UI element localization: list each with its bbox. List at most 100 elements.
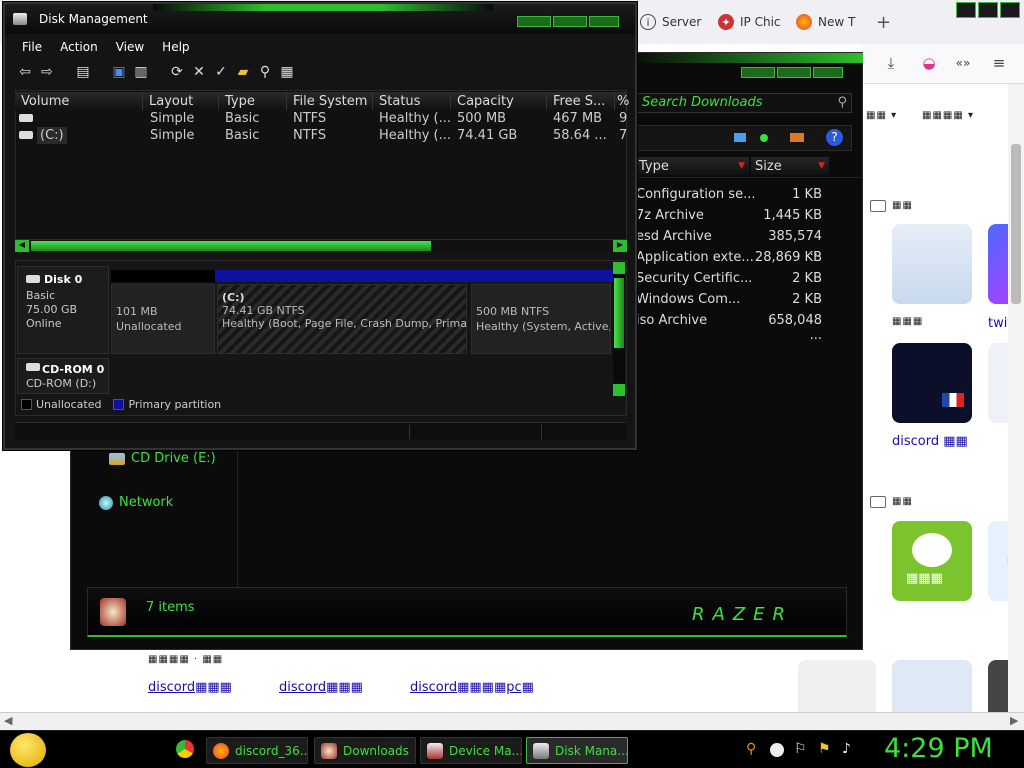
- action-center-icon[interactable]: ⚑: [818, 741, 831, 757]
- nav-network[interactable]: Network: [99, 495, 173, 510]
- taskbar-item-disk-management[interactable]: Disk Mana...: [526, 737, 628, 764]
- column-file-system[interactable]: File System: [287, 92, 373, 110]
- search-icon[interactable]: ⚲: [837, 94, 847, 112]
- scrollbar-thumb[interactable]: [614, 278, 624, 348]
- column-status[interactable]: Status: [373, 92, 451, 110]
- settings-icon[interactable]: ▦: [279, 64, 295, 80]
- help-icon[interactable]: ▣: [111, 64, 127, 80]
- horizontal-scrollbar[interactable]: [0, 712, 1024, 730]
- extension-icon[interactable]: ◒: [916, 50, 942, 76]
- minimize-button[interactable]: [741, 67, 775, 78]
- close-button[interactable]: [1000, 2, 1020, 18]
- search-link[interactable]: discord▦▦▦: [279, 680, 363, 695]
- search-icon[interactable]: ⚲: [746, 741, 756, 757]
- column-type[interactable]: Type: [219, 92, 287, 110]
- column-volume[interactable]: Volume: [15, 92, 143, 110]
- volume-hscrollbar[interactable]: ◀ ▶: [15, 240, 627, 252]
- column-type[interactable]: Type ▼: [635, 157, 749, 175]
- pane-icon[interactable]: [790, 133, 804, 142]
- menu-icon[interactable]: ≡: [986, 50, 1012, 76]
- menu-file[interactable]: File: [13, 37, 51, 57]
- search-input[interactable]: Search Downloads ⚲: [637, 93, 852, 113]
- close-button[interactable]: [813, 67, 843, 78]
- thumbnail-image[interactable]: [892, 660, 972, 720]
- partition-unallocated[interactable]: 101 MB Unallocated: [111, 284, 215, 354]
- file-row[interactable]: iso Archive 658,048 ...: [636, 313, 861, 343]
- view-icon[interactable]: [734, 133, 746, 142]
- network-icon[interactable]: ⚐: [794, 741, 807, 757]
- cdrom-info[interactable]: CD-ROM 0 CD-ROM (D:): [17, 358, 109, 394]
- scroll-left-icon[interactable]: ◀: [4, 714, 12, 727]
- scrollbar-thumb[interactable]: [31, 241, 431, 251]
- minimize-button[interactable]: [517, 16, 551, 27]
- volume-icon[interactable]: ♪: [842, 741, 851, 757]
- scroll-right-icon[interactable]: ▶: [613, 240, 627, 252]
- tab-new[interactable]: New T: [796, 8, 855, 36]
- taskbar-item-device-manager[interactable]: Device Ma...: [420, 737, 522, 764]
- thumbnail-image[interactable]: ▦▦▦: [892, 521, 972, 601]
- thumbnail-image[interactable]: [892, 343, 972, 423]
- search-link[interactable]: discord▦▦▦▦pc▦: [410, 680, 534, 695]
- file-row[interactable]: 7z Archive 1,445 KB: [636, 208, 861, 229]
- forward-icon[interactable]: ⇨: [39, 64, 55, 80]
- nav-cd-drive[interactable]: CD Drive (E:): [109, 451, 216, 466]
- scroll-left-icon[interactable]: ◀: [15, 240, 29, 252]
- start-button[interactable]: [10, 733, 46, 767]
- new-tab-button[interactable]: +: [876, 8, 891, 36]
- partition-system[interactable]: 500 MB NTFS Healthy (System, Active, P: [471, 284, 611, 354]
- disk0-info[interactable]: Disk 0 Basic 75.00 GB Online: [17, 266, 109, 354]
- scrollbar-thumb[interactable]: [1011, 144, 1021, 304]
- search-link[interactable]: discord▦▦▦: [148, 680, 232, 695]
- menu-action[interactable]: Action: [51, 37, 107, 57]
- thumb-caption[interactable]: discord ▦▦: [892, 434, 968, 449]
- window-title: Disk Management: [39, 12, 148, 26]
- download-icon[interactable]: ⤓: [878, 50, 904, 76]
- status-icon[interactable]: [770, 743, 784, 757]
- reader-icon[interactable]: «»: [950, 50, 976, 76]
- back-icon[interactable]: ⇦: [17, 64, 33, 80]
- properties-icon[interactable]: ▥: [133, 64, 149, 80]
- maximize-button[interactable]: [553, 16, 587, 27]
- taskbar-item-downloads[interactable]: Downloads: [314, 737, 416, 764]
- file-row[interactable]: Security Certific... 2 KB: [636, 271, 861, 292]
- tab-server[interactable]: i Server: [640, 8, 701, 36]
- check-icon[interactable]: ✓: [213, 64, 229, 80]
- menu-help[interactable]: Help: [153, 37, 198, 57]
- partition-c[interactable]: (C:) 74.41 GB NTFS Healthy (Boot, Page F…: [217, 284, 467, 354]
- disk-vscrollbar[interactable]: [613, 262, 625, 396]
- folder-icon[interactable]: ▰: [235, 64, 251, 80]
- scroll-down-icon[interactable]: [613, 384, 625, 396]
- logo-text: ▦▦▦: [906, 571, 943, 586]
- thumbnail-image[interactable]: [798, 660, 876, 720]
- sort-icon[interactable]: ▼: [818, 161, 825, 171]
- help-icon[interactable]: ?: [826, 129, 843, 146]
- maximize-button[interactable]: [978, 2, 998, 18]
- column-layout[interactable]: Layout: [143, 92, 219, 110]
- column-size[interactable]: Size ▼: [751, 157, 829, 175]
- tab-ip-chicken[interactable]: ✦ IP Chic: [718, 8, 781, 36]
- show-hide-tree-icon[interactable]: ▤: [75, 64, 91, 80]
- minimize-button[interactable]: [956, 2, 976, 18]
- thumbnail-image[interactable]: [892, 224, 972, 304]
- file-row[interactable]: Application exte... 28,869 KB: [636, 250, 861, 271]
- search-icon[interactable]: ⚲: [257, 64, 273, 80]
- refresh-icon[interactable]: ⟳: [169, 64, 185, 80]
- column-percent[interactable]: %: [615, 92, 629, 110]
- taskbar-item-firefox[interactable]: discord_36...: [206, 737, 308, 764]
- column-free-space[interactable]: Free S...: [547, 92, 615, 110]
- clock[interactable]: 4:29 PM: [884, 733, 993, 764]
- file-type: iso Archive: [636, 313, 708, 328]
- close-button[interactable]: [589, 16, 619, 27]
- menu-view[interactable]: View: [107, 37, 153, 57]
- scroll-up-icon[interactable]: [613, 262, 625, 274]
- chrome-icon[interactable]: [176, 740, 194, 758]
- vertical-scrollbar[interactable]: [1008, 84, 1024, 712]
- file-row[interactable]: esd Archive 385,574 ...: [636, 229, 861, 259]
- file-row[interactable]: Windows Com... 2 KB: [636, 292, 861, 313]
- scroll-right-icon[interactable]: ▶: [1010, 714, 1018, 727]
- maximize-button[interactable]: [777, 67, 811, 78]
- file-row[interactable]: Configuration se... 1 KB: [636, 187, 861, 208]
- delete-icon[interactable]: ✕: [191, 64, 207, 80]
- sort-icon[interactable]: ▼: [738, 161, 745, 171]
- column-capacity[interactable]: Capacity: [451, 92, 547, 110]
